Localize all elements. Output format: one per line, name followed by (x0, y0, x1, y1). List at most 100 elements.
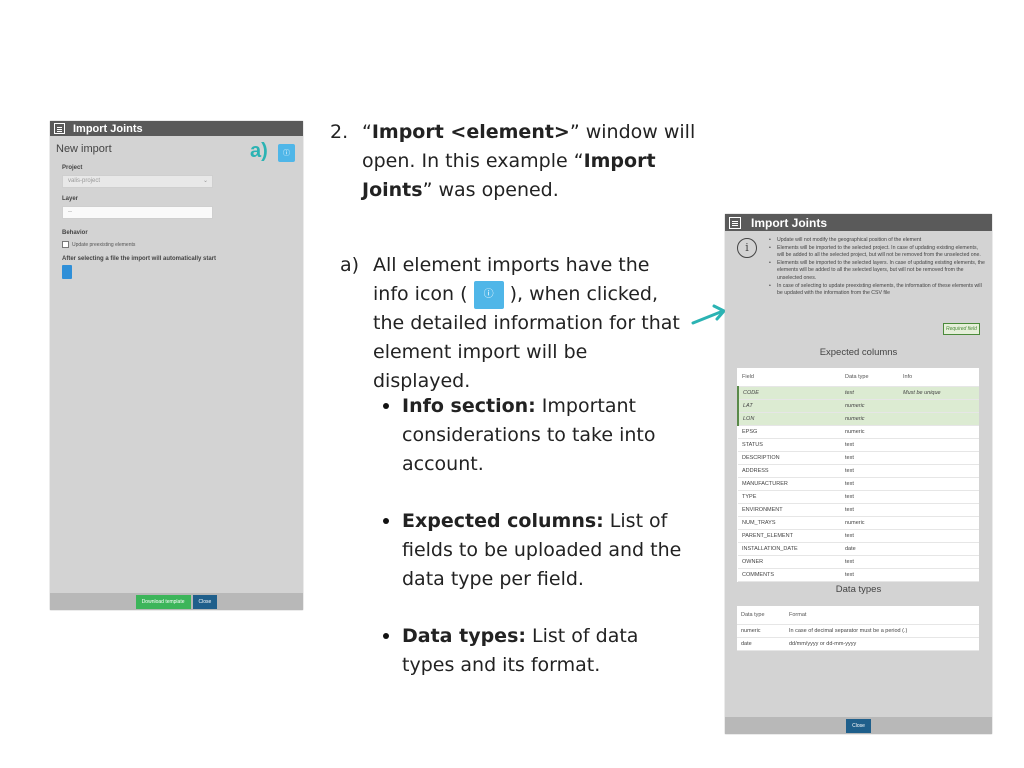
table-cell-field: COMMENTS (738, 568, 841, 582)
table-cell-type: numeric (737, 624, 785, 638)
table-cell-field: MANUFACTURER (738, 477, 841, 491)
table-cell-field: INSTALLATION_DATE (738, 542, 841, 556)
table-cell-type: text (841, 464, 899, 478)
step-2-bold-window: Import <element> (371, 121, 570, 143)
bullet-2-bold: Expected columns: (402, 510, 604, 532)
table-cell-type: text (841, 503, 899, 517)
table-cell-info (899, 490, 979, 504)
pointer-arrow-icon (691, 304, 726, 325)
table-cell-field: EPSG (738, 425, 841, 439)
info-button[interactable]: ⓘ (278, 144, 295, 162)
table-cell-type: text (841, 438, 899, 452)
update-preexisting-label: Update preexisting elements (72, 241, 136, 248)
inline-info-icon: ⓘ (473, 280, 504, 309)
table-cell-field: PARENT_ELEMENT (738, 529, 841, 543)
info-item: In case of selecting to update preexisti… (767, 283, 985, 298)
left-window-titlebar: Import Joints (50, 121, 303, 136)
table-cell-field: OWNER (738, 555, 841, 569)
table-cell-type: numeric (841, 425, 899, 439)
table-row: NUM_TRAYS numeric (738, 516, 979, 530)
table-cell-field: LON (737, 412, 841, 426)
table-cell-type: text (841, 555, 899, 569)
right-window-footer: Close (725, 717, 992, 734)
upload-file-button[interactable] (62, 265, 72, 279)
window-menu-icon[interactable] (729, 216, 741, 229)
table-cell-type: text (841, 568, 899, 582)
bullet-dot-icon (383, 518, 389, 524)
left-window-title: Import Joints (73, 122, 143, 135)
data-types-table: Data type Format numeric In case of decim… (737, 606, 979, 651)
left-close-button[interactable]: Close (192, 594, 218, 609)
column-header: Data type (737, 606, 785, 625)
auto-start-text: After selecting a file the import will a… (62, 256, 217, 262)
table-cell-field: LAT (737, 399, 841, 413)
table-row: INSTALLATION_DATE date (738, 542, 979, 556)
table-cell-type: text (841, 529, 899, 543)
table-row: ENVIRONMENT text (738, 503, 979, 517)
right-import-info-window: Import Joints i Update will not modify t… (725, 214, 992, 734)
table-cell-info (899, 399, 979, 413)
table-cell-type: text (841, 386, 899, 400)
table-cell-info (899, 464, 979, 478)
project-label: Project (62, 165, 83, 171)
info-section-list: Update will not modify the geographical … (767, 237, 985, 298)
update-preexisting-row[interactable]: Update preexisting elements (62, 241, 135, 248)
window-menu-icon[interactable] (54, 123, 65, 134)
bullet-info-section: Info section: Important considerations t… (383, 392, 683, 479)
info-item: Elements will be imported to the selecte… (767, 245, 985, 260)
download-template-button[interactable]: Download template (135, 594, 191, 609)
table-cell-field: NUM_TRAYS (738, 516, 841, 530)
table-cell-type: numeric (841, 516, 899, 530)
table-cell-format: In case of decimal separator must be a p… (785, 624, 979, 638)
expected-columns-table: Field Data type Info CODE text Must be uni… (737, 368, 979, 582)
table-cell-field: TYPE (738, 490, 841, 504)
info-section-icon: i (737, 238, 757, 258)
table-cell-field: DESCRIPTION (738, 451, 841, 465)
behavior-label: Behavior (62, 230, 88, 236)
table-cell-field: ENVIRONMENT (738, 503, 841, 517)
table-row: LAT numeric (737, 399, 979, 413)
right-window-title: Import Joints (751, 215, 828, 230)
project-select[interactable]: valis-project ⌄ (62, 175, 213, 188)
data-types-title: Data types (835, 584, 882, 595)
table-cell-info (899, 529, 979, 543)
bullet-dot-icon (383, 403, 389, 409)
table-row: TYPE text (738, 490, 979, 504)
table-cell-type: numeric (841, 412, 899, 426)
table-row: CODE text Must be unique (737, 386, 979, 400)
step-2-body: “Import <element>” window will open. In … (362, 118, 700, 205)
right-close-button[interactable]: Close (846, 718, 871, 733)
info-item: Update will not modify the geographical … (767, 237, 985, 245)
table-cell-field: ADDRESS (738, 464, 841, 478)
right-window-titlebar: Import Joints (725, 214, 992, 231)
table-header-row: Data type Format (737, 606, 979, 625)
update-preexisting-checkbox[interactable] (62, 241, 69, 248)
annotation-a-label: a) (250, 140, 268, 162)
bullet-1-bold: Info section: (402, 395, 536, 417)
table-cell-info: Must be unique (899, 386, 979, 400)
layer-select-value: -- (68, 209, 72, 215)
table-cell-info (899, 425, 979, 439)
table-cell-info (899, 477, 979, 491)
step-a-number: a) (340, 254, 360, 276)
table-row: LON numeric (737, 412, 979, 426)
column-header: Field (738, 368, 841, 387)
bullet-3-bold: Data types: (402, 625, 526, 647)
step-2-number: 2. (330, 121, 349, 143)
left-import-window: Import Joints New import a) ⓘ Project va… (50, 121, 303, 610)
layer-label: Layer (62, 196, 79, 202)
column-header: Format (785, 606, 979, 625)
layer-select[interactable]: -- (62, 206, 213, 219)
step-a-text: a) All element imports have the info ico… (340, 251, 680, 396)
table-cell-type: text (841, 477, 899, 491)
required-field-badge: Required field (943, 323, 980, 335)
table-cell-info (899, 451, 979, 465)
column-header: Data type (841, 368, 899, 387)
table-cell-info (899, 555, 979, 569)
table-cell-info (899, 503, 979, 517)
table-cell-field: STATUS (738, 438, 841, 452)
bullet-expected-columns: Expected columns: List of fields to be u… (383, 507, 683, 594)
table-cell-info (899, 438, 979, 452)
table-cell-field: CODE (737, 386, 841, 400)
table-row: STATUS text (738, 438, 979, 452)
